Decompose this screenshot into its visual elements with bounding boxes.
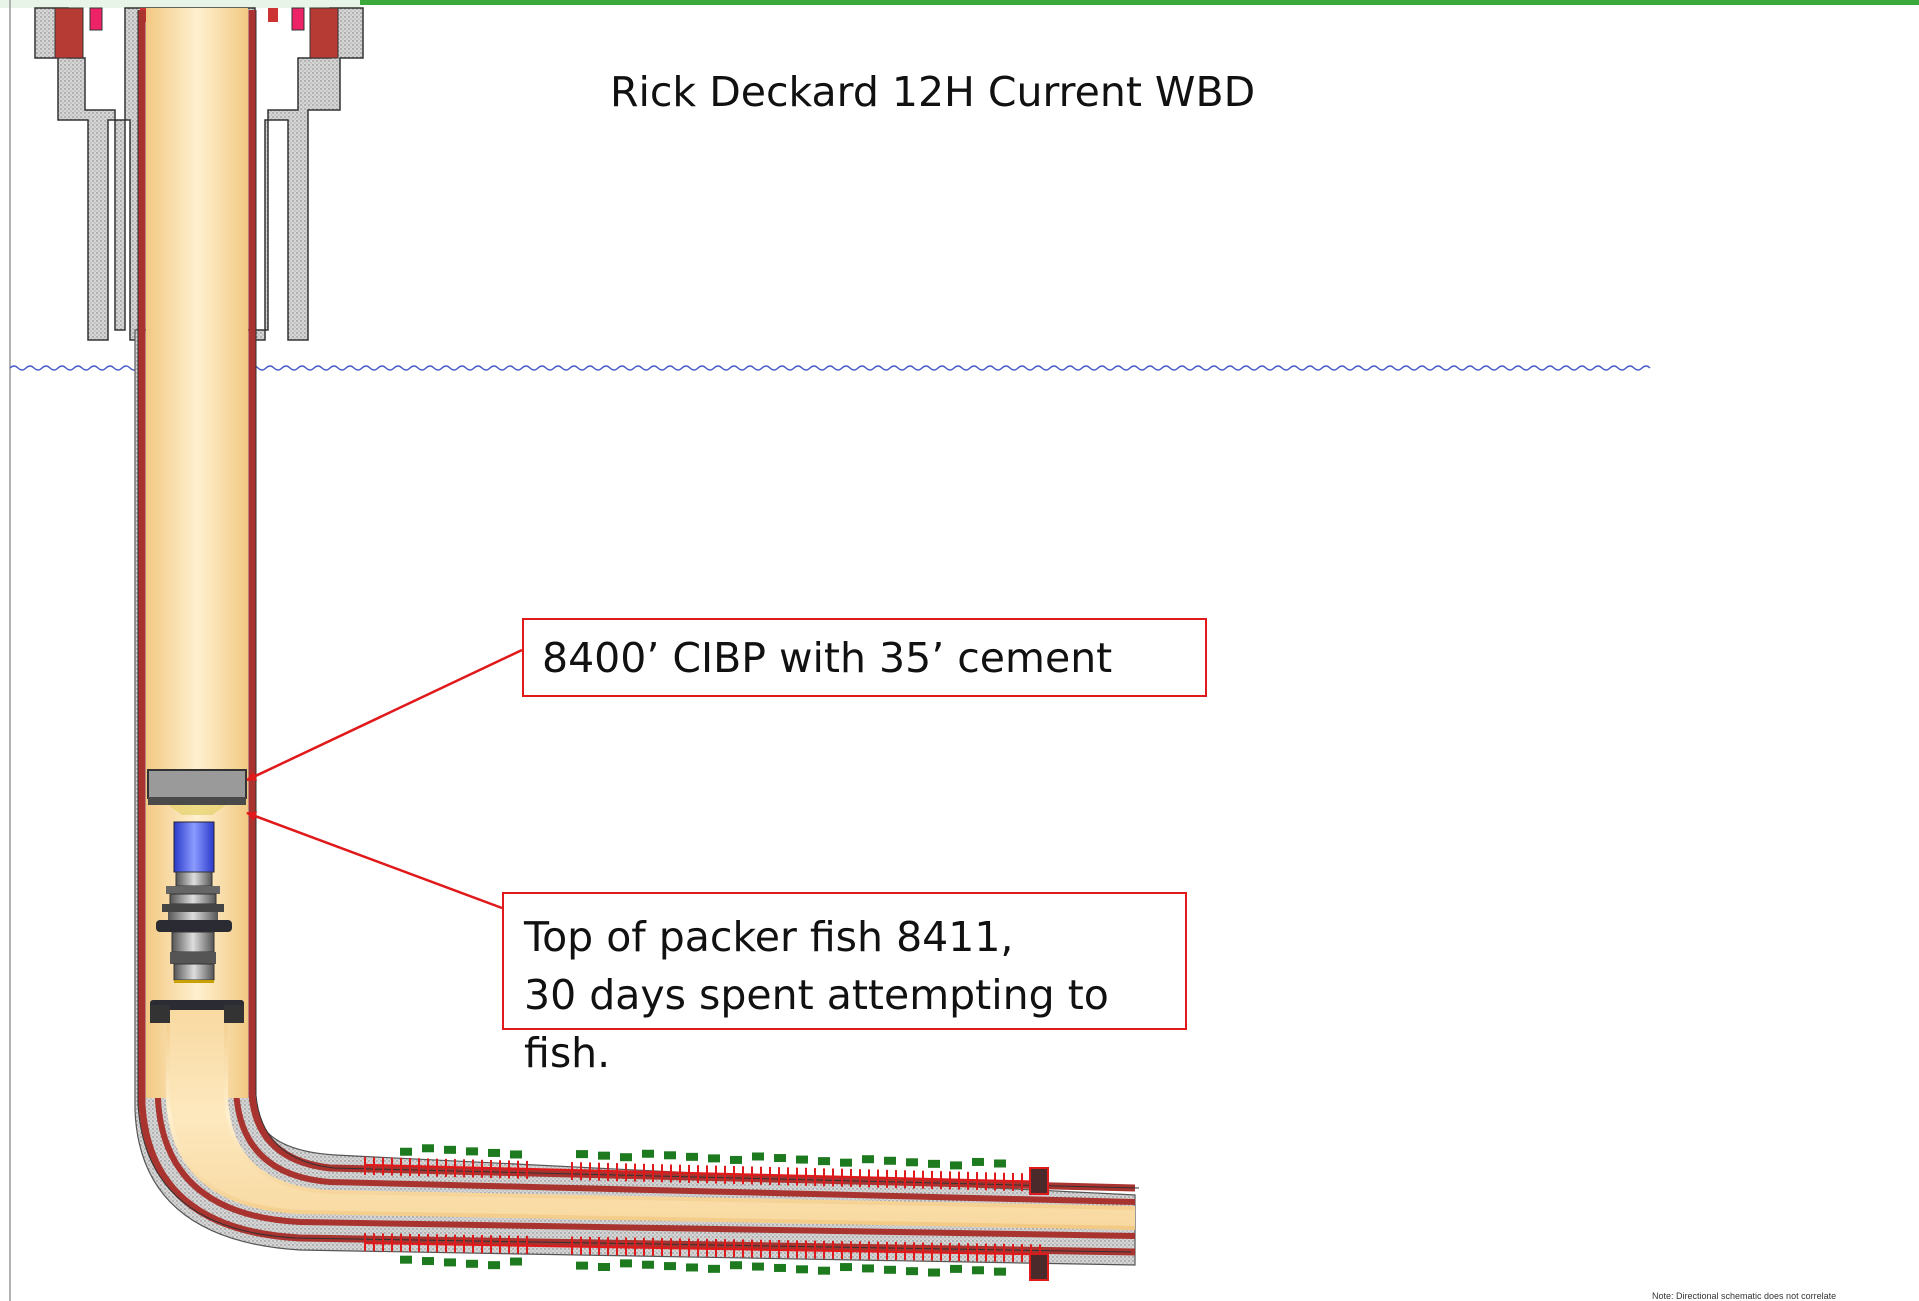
frac-mark bbox=[796, 1265, 808, 1274]
frac-mark bbox=[884, 1265, 896, 1274]
cibp-callout: 8400’ CIBP with 35’ cement bbox=[522, 618, 1207, 697]
frac-mark bbox=[488, 1148, 500, 1157]
frac-mark bbox=[972, 1266, 984, 1275]
frac-mark bbox=[774, 1263, 786, 1272]
frac-mark bbox=[620, 1153, 632, 1162]
frac-mark bbox=[686, 1263, 698, 1272]
frac-mark bbox=[510, 1257, 522, 1266]
frac-mark bbox=[884, 1156, 896, 1165]
frac-mark bbox=[730, 1261, 742, 1270]
frac-mark bbox=[598, 1151, 610, 1160]
frac-mark bbox=[466, 1147, 478, 1156]
schematic-note: Note: Directional schematic does not cor… bbox=[1652, 1291, 1837, 1301]
frac-mark bbox=[950, 1264, 962, 1273]
frac-mark bbox=[422, 1257, 434, 1266]
frac-mark bbox=[994, 1267, 1006, 1276]
frac-mark bbox=[708, 1264, 720, 1273]
frac-mark bbox=[928, 1159, 940, 1168]
frac-mark bbox=[818, 1266, 830, 1275]
packer-fish-line-1: Top of packer fish 8411, bbox=[524, 913, 1014, 961]
frac-mark bbox=[862, 1155, 874, 1164]
frac-mark bbox=[444, 1145, 456, 1154]
frac-mark bbox=[642, 1149, 654, 1158]
frac-mark bbox=[818, 1157, 830, 1166]
frac-mark bbox=[950, 1161, 962, 1170]
frac-mark bbox=[906, 1267, 918, 1276]
fish-arrow bbox=[246, 811, 503, 910]
frac-mark bbox=[510, 1150, 522, 1159]
frac-mark bbox=[576, 1150, 588, 1159]
frac-mark bbox=[466, 1259, 478, 1268]
frac-mark bbox=[862, 1264, 874, 1273]
frac-mark bbox=[686, 1152, 698, 1161]
frac-mark bbox=[664, 1262, 676, 1271]
frac-mark bbox=[752, 1262, 764, 1271]
frac-mark bbox=[400, 1255, 412, 1264]
frac-mark bbox=[708, 1154, 720, 1163]
packer-fish-callout: Top of packer fish 8411, 30 days spent a… bbox=[502, 892, 1187, 1077]
cibp-arrow bbox=[246, 648, 523, 782]
frac-mark bbox=[444, 1258, 456, 1267]
frac-mark bbox=[620, 1259, 632, 1268]
frac-mark bbox=[730, 1155, 742, 1164]
frac-mark bbox=[840, 1158, 852, 1167]
frac-mark bbox=[994, 1159, 1006, 1168]
frac-mark bbox=[840, 1263, 852, 1272]
frac-mark bbox=[972, 1157, 984, 1166]
frac-mark bbox=[576, 1261, 588, 1270]
diagram-title: Rick Deckard 12H Current WBD bbox=[610, 68, 1256, 116]
frac-mark bbox=[752, 1152, 764, 1161]
frac-mark bbox=[400, 1147, 412, 1156]
frac-mark bbox=[664, 1151, 676, 1160]
cement-sheath bbox=[134, 329, 1136, 1266]
frac-mark bbox=[642, 1260, 654, 1269]
frac-mark bbox=[488, 1261, 500, 1270]
cibp-callout-text: 8400’ CIBP with 35’ cement bbox=[542, 634, 1113, 682]
frac-mark bbox=[796, 1155, 808, 1164]
frac-mark bbox=[928, 1268, 940, 1277]
frac-mark bbox=[906, 1158, 918, 1167]
frac-mark bbox=[422, 1144, 434, 1153]
packer-fish-line-2: 30 days spent attempting to fish. bbox=[524, 971, 1109, 1077]
frac-mark bbox=[774, 1154, 786, 1163]
frac-mark bbox=[598, 1262, 610, 1271]
